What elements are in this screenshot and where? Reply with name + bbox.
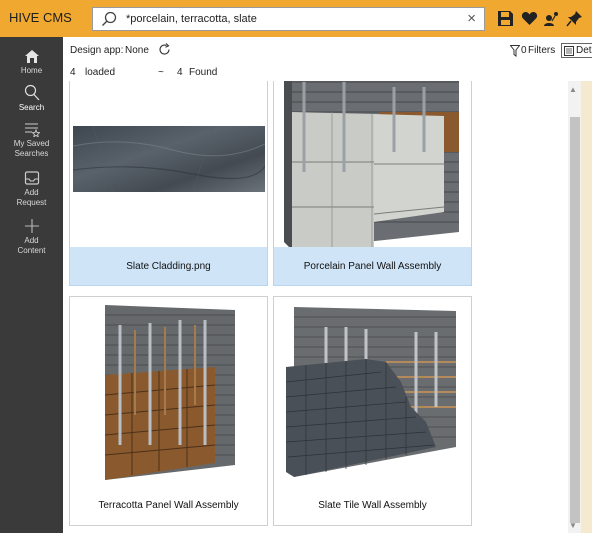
search-icon	[102, 11, 117, 26]
sidebar-item-label: Content	[17, 246, 46, 255]
sidebar: Home Search My Saved Searches Add Reques…	[0, 37, 63, 533]
result-card[interactable]: Slate Tile Wall Assembly	[273, 296, 472, 526]
sidebar-item-label: Home	[20, 66, 43, 75]
sidebar-item-saved-searches[interactable]: My Saved Searches	[0, 121, 63, 159]
filter-icon	[510, 45, 520, 57]
sidebar-item-label: Add	[24, 188, 39, 197]
search-box[interactable]: ×	[92, 7, 485, 31]
result-card[interactable]: Slate Cladding.png	[69, 81, 268, 286]
sidebar-item-add-request[interactable]: Add Request	[0, 170, 63, 208]
details-list-icon	[564, 46, 574, 56]
search-input[interactable]	[126, 10, 446, 28]
result-title: Slate Cladding.png	[70, 247, 267, 285]
result-card[interactable]: Terracotta Panel Wall Assembly	[69, 296, 268, 526]
result-thumbnail	[284, 81, 459, 250]
pin-icon[interactable]	[566, 10, 583, 27]
result-thumbnail	[286, 307, 456, 477]
right-edge-strip	[581, 81, 592, 533]
found-label: Found	[189, 67, 218, 78]
loaded-label: loaded	[85, 67, 116, 78]
info-bar: Design app: None 4 loaded ~ 4 Found 0 Fi…	[63, 37, 592, 81]
refresh-icon[interactable]	[158, 43, 171, 56]
loaded-count: 4	[70, 67, 76, 78]
main-panel: Design app: None 4 loaded ~ 4 Found 0 Fi…	[63, 37, 592, 533]
top-bar: HIVE CMS ×	[0, 0, 592, 37]
share-user-icon[interactable]	[543, 10, 560, 27]
saved-searches-icon	[24, 123, 40, 137]
results-scrollbar[interactable]: ▲ ▼	[568, 81, 581, 533]
result-thumbnail	[73, 126, 265, 192]
sidebar-item-label: My Saved	[13, 139, 50, 148]
design-app-value[interactable]: None	[125, 45, 149, 56]
sidebar-item-label: Search	[18, 103, 45, 112]
result-title: Slate Tile Wall Assembly	[318, 499, 427, 511]
clear-search-icon[interactable]: ×	[467, 10, 476, 28]
found-prefix: ~	[158, 67, 164, 78]
sidebar-item-home[interactable]: Home	[0, 49, 63, 76]
scroll-down-icon[interactable]: ▼	[569, 521, 577, 530]
result-card[interactable]: Porcelain Panel Wall Assembly	[273, 81, 472, 286]
save-icon[interactable]	[497, 10, 514, 27]
sidebar-item-label: Request	[16, 198, 47, 207]
details-button[interactable]: Details	[561, 43, 592, 58]
app-title: HIVE CMS	[9, 10, 72, 25]
search-icon	[24, 84, 39, 101]
home-icon	[24, 50, 39, 63]
add-content-icon	[24, 219, 39, 233]
result-title: Terracotta Panel Wall Assembly	[98, 499, 239, 511]
details-label: Details	[576, 45, 592, 56]
scrollbar-thumb[interactable]	[570, 117, 580, 523]
sidebar-item-add-content[interactable]: Add Content	[0, 218, 63, 256]
sidebar-item-search[interactable]: Search	[0, 84, 63, 113]
sidebar-item-label: Searches	[14, 149, 49, 158]
result-title: Porcelain Panel Wall Assembly	[274, 247, 471, 285]
result-thumbnail	[104, 305, 235, 480]
heart-icon[interactable]	[521, 10, 538, 27]
sidebar-item-label: Add	[24, 236, 39, 245]
design-app-label: Design app:	[70, 45, 124, 56]
filters-label: Filters	[528, 45, 556, 56]
scroll-up-icon[interactable]: ▲	[569, 85, 577, 94]
found-count: 4	[177, 67, 183, 78]
filters-count: 0	[521, 45, 527, 56]
add-request-icon	[24, 171, 39, 185]
results-grid: Slate Cladding.png Porcelain Panel Wall …	[63, 81, 568, 533]
